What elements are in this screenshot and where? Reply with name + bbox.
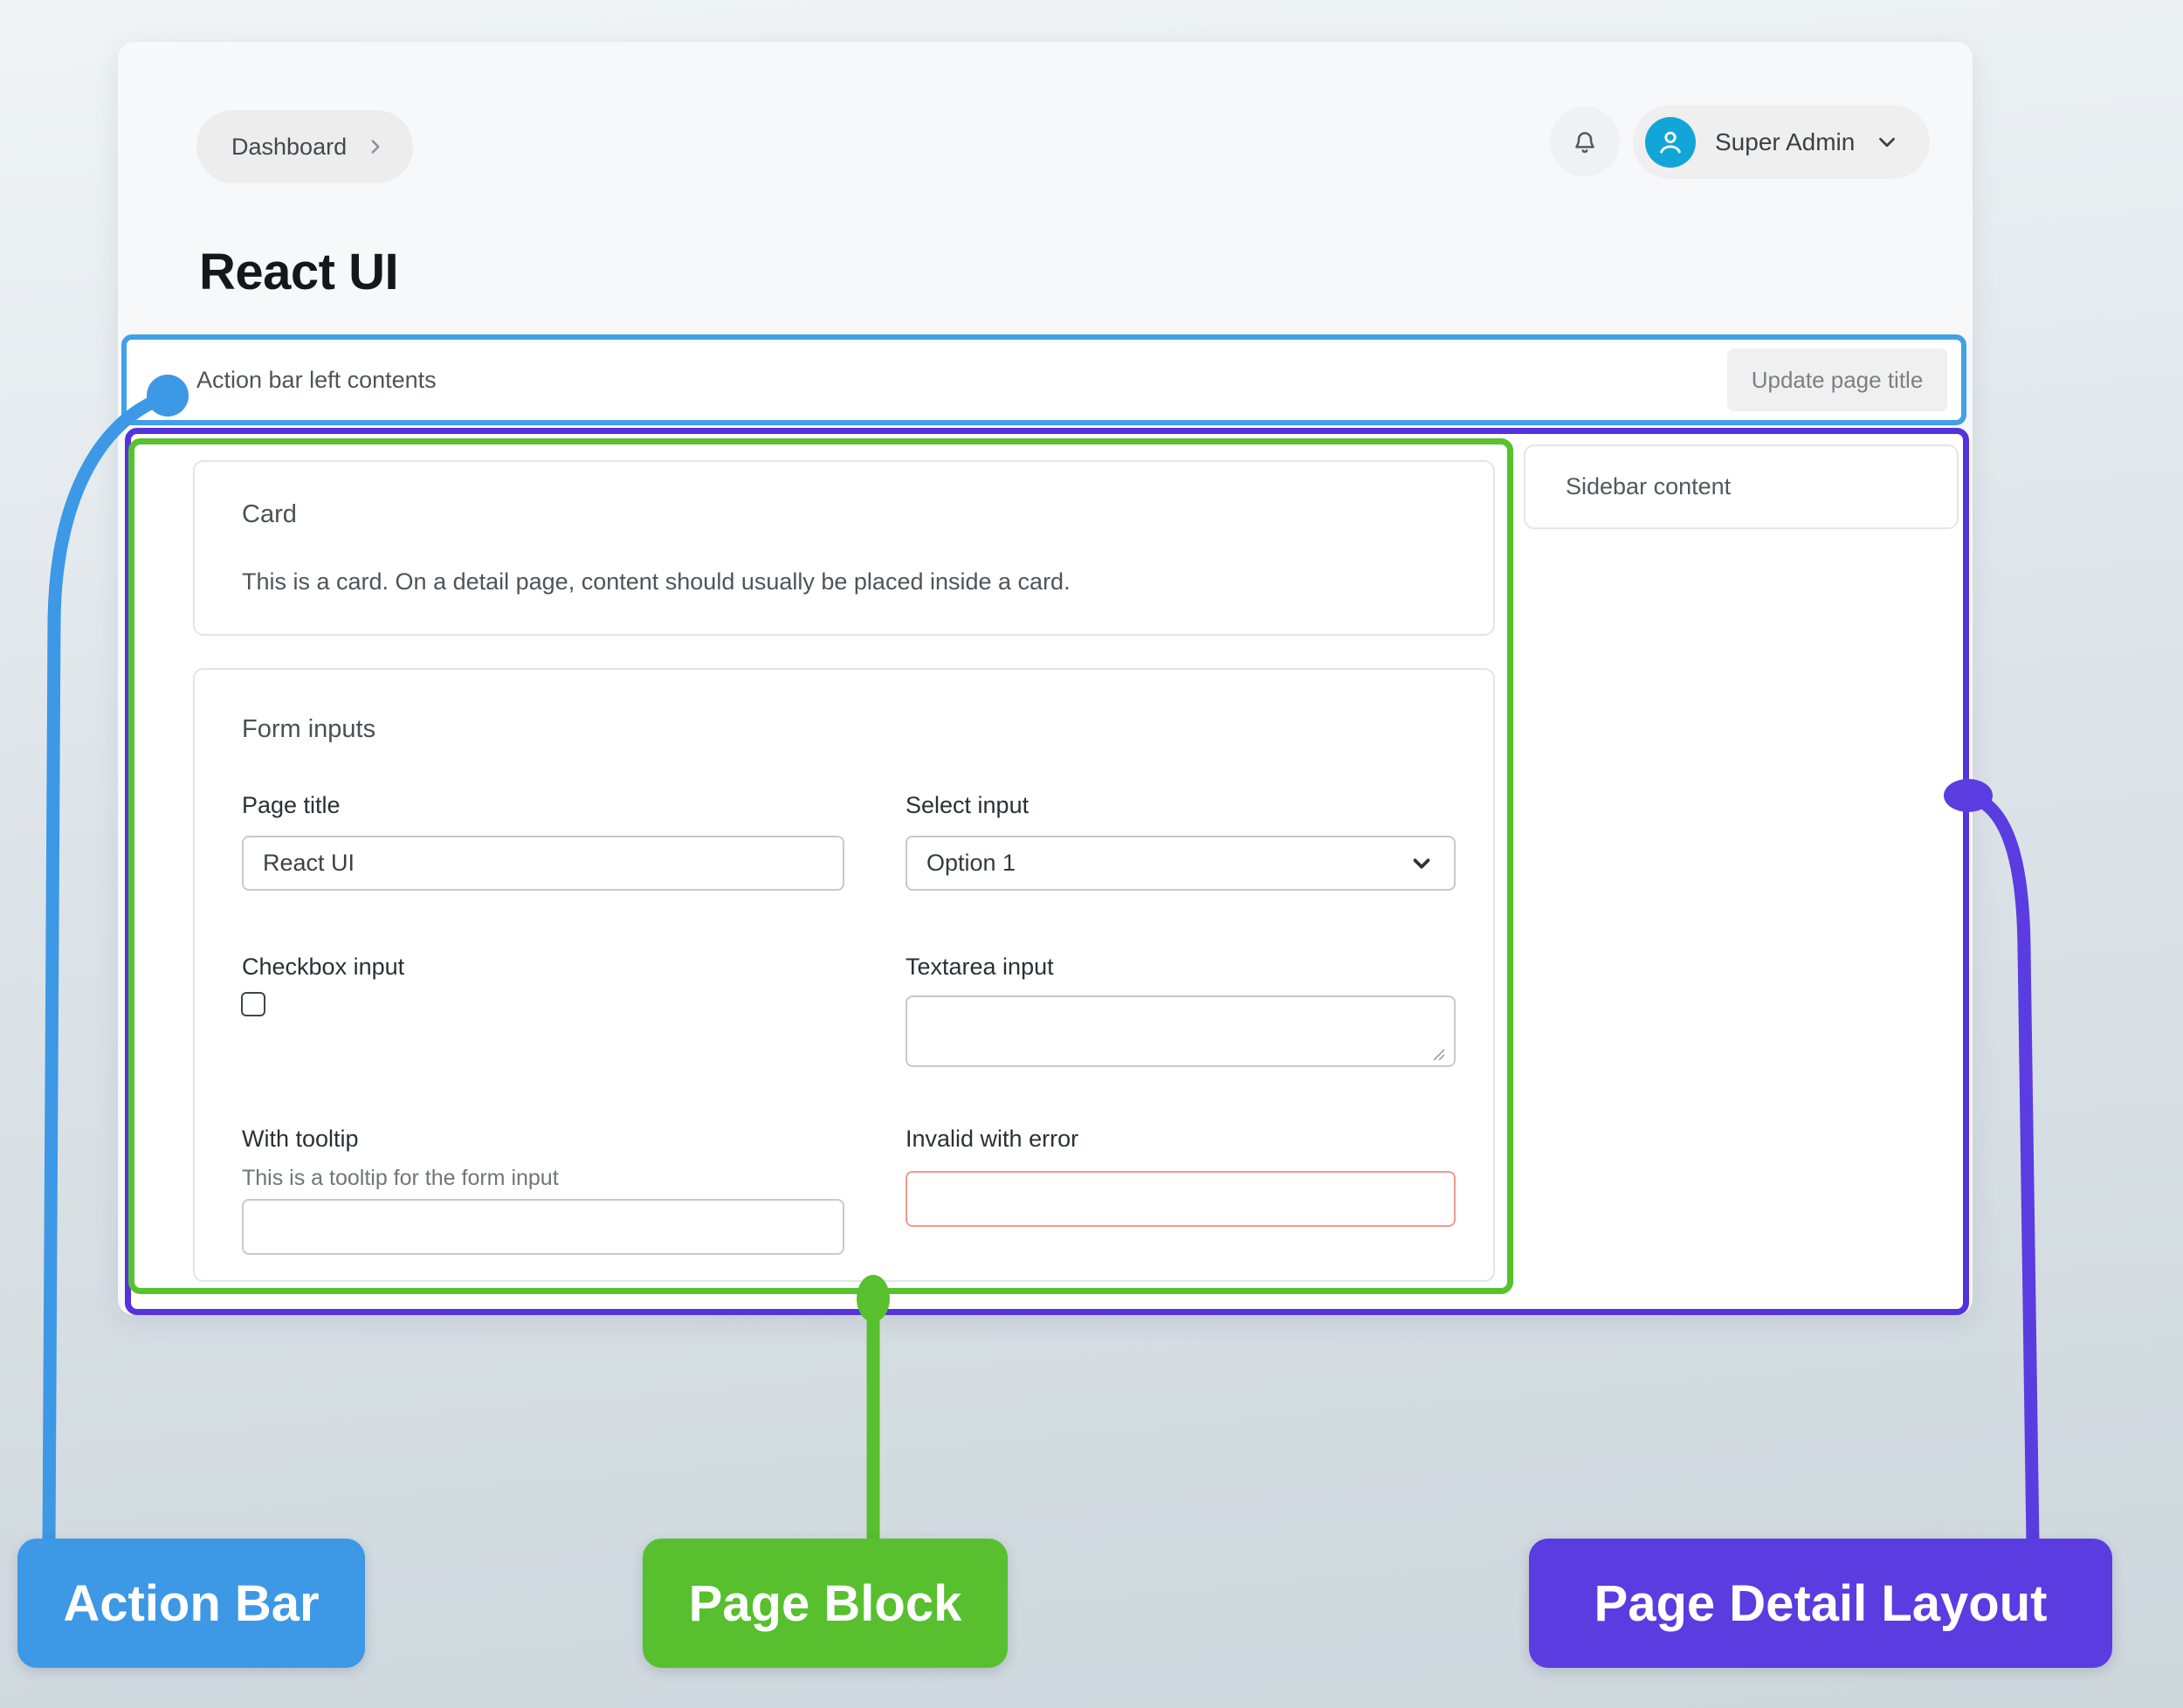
action-bar: Action bar left contents Update page tit… (121, 334, 1966, 425)
annotated-screenshot-canvas: { "background": { "gradient_top": "#f0f4… (0, 0, 2183, 1708)
sidebar-content-text: Sidebar content (1566, 473, 1731, 500)
notifications-button[interactable] (1550, 107, 1620, 176)
content-card: Card This is a card. On a detail page, c… (193, 460, 1495, 636)
form-card-title: Form inputs (242, 715, 375, 744)
card-body-text: This is a card. On a detail page, conten… (242, 568, 1071, 596)
page-detail-connector-line (1970, 796, 2033, 1544)
select-field-label: Select input (906, 792, 1029, 819)
annotation-action-bar: Action Bar (17, 1539, 365, 1668)
page-title-input[interactable] (242, 836, 844, 891)
invalid-field-label: Invalid with error (906, 1126, 1078, 1153)
user-avatar-icon (1653, 125, 1688, 160)
select-value: Option 1 (926, 850, 1016, 877)
tooltip-text: This is a tooltip for the form input (242, 1166, 559, 1191)
user-menu[interactable]: Super Admin (1633, 105, 1930, 179)
user-name: Super Admin (1715, 128, 1855, 156)
annotation-page-detail-layout: Page Detail Layout (1529, 1539, 2112, 1668)
card-title: Card (242, 500, 297, 529)
action-bar-left-contents: Action bar left contents (196, 367, 437, 394)
update-page-title-button[interactable]: Update page title (1727, 348, 1947, 411)
page-title: React UI (199, 243, 398, 301)
checkbox-input[interactable] (241, 992, 265, 1016)
select-input[interactable]: Option 1 (906, 836, 1456, 891)
textarea-resize-handle-icon[interactable] (1428, 1043, 1447, 1067)
breadcrumb[interactable]: Dashboard (196, 110, 413, 183)
invalid-field-input[interactable] (906, 1171, 1456, 1227)
form-inputs-card: Form inputs Page title Select input Opti… (193, 668, 1495, 1282)
page-title-field-label: Page title (242, 792, 341, 819)
bell-icon (1568, 125, 1601, 158)
chevron-down-icon (1874, 129, 1900, 155)
breadcrumb-item-dashboard[interactable]: Dashboard (231, 134, 347, 161)
tooltip-field-input[interactable] (242, 1199, 844, 1255)
sidebar-card: Sidebar content (1524, 444, 1959, 529)
select-chevron-icon (1408, 851, 1435, 877)
annotation-page-block: Page Block (643, 1539, 1008, 1668)
avatar (1645, 117, 1696, 168)
textarea-input[interactable] (906, 995, 1456, 1067)
checkbox-field-label: Checkbox input (242, 954, 404, 981)
textarea-field-label: Textarea input (906, 954, 1054, 981)
tooltip-field-label: With tooltip (242, 1126, 359, 1153)
chevron-right-icon (364, 135, 387, 158)
